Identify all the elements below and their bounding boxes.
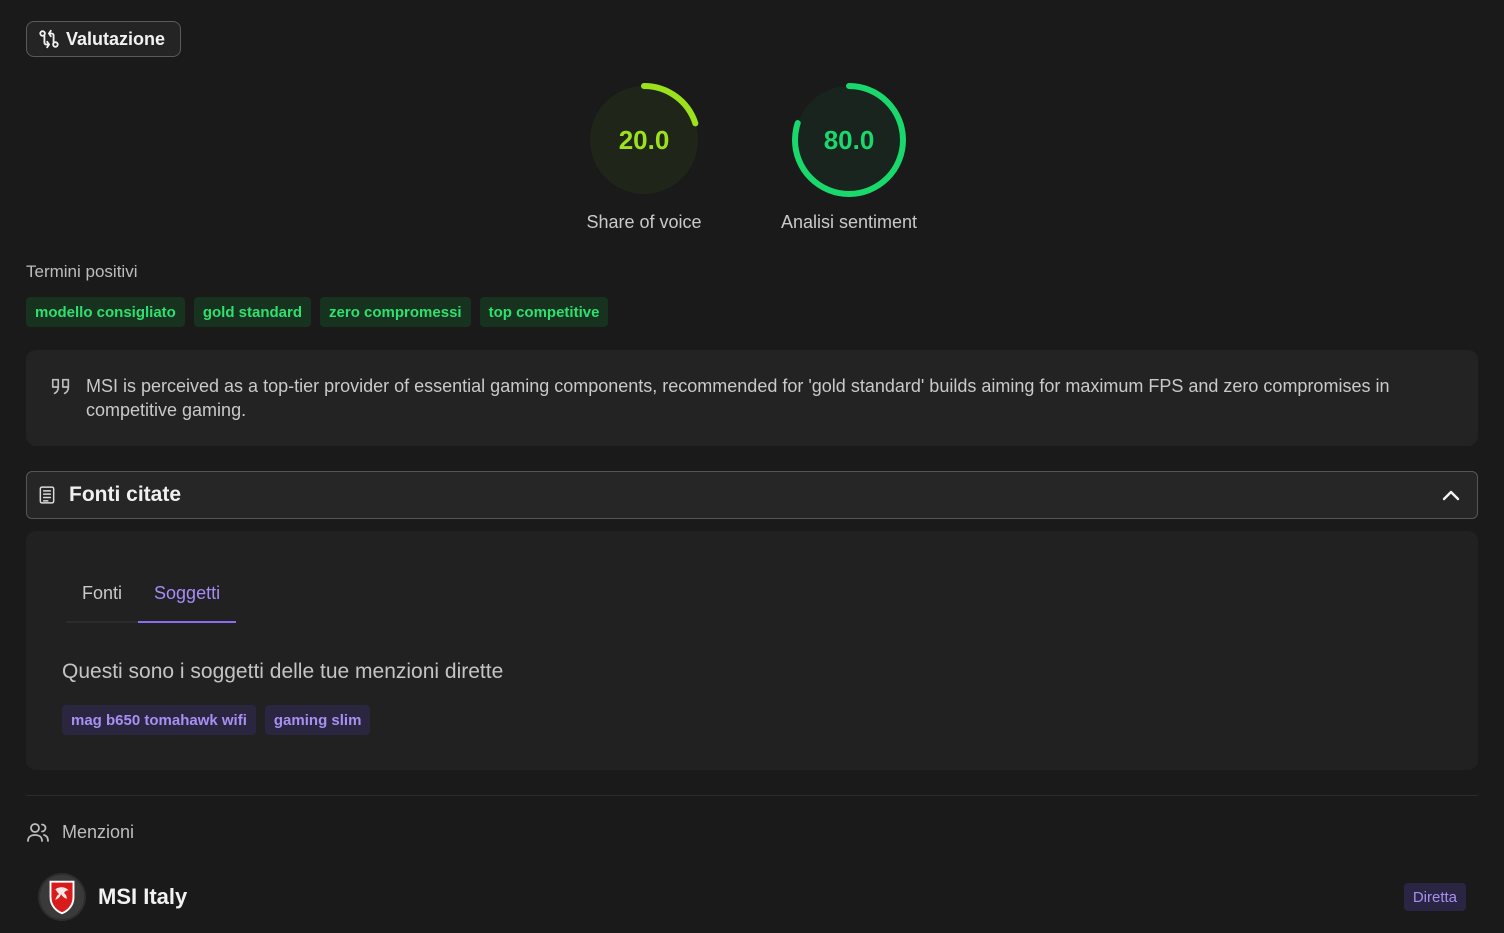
msi-shield-logo-icon [39,874,85,920]
share-of-voice-gauge: 20.0 Share of voice [544,78,744,233]
sentiment-value: 80.0 [823,124,875,155]
subjects-description: Questi sono i soggetti delle tue menzion… [62,660,504,683]
positive-terms-label: Termini positivi [26,262,138,281]
share-of-voice-value: 20.0 [618,124,670,155]
sources-accordion-title: Fonti citate [69,483,182,506]
sources-tabs: Fonti Soggetti [66,577,237,623]
evaluation-badge-label: Valutazione [66,28,166,49]
subjects-list: mag b650 tomahawk wifi gaming slim [62,705,371,735]
subject-tag: gaming slim [264,705,371,735]
positive-term-tag: gold standard [193,297,312,327]
mention-type-badge: Diretta [1403,883,1466,911]
document-icon [39,486,55,504]
sentiment-label: Analisi sentiment [780,212,918,232]
subject-tag: mag b650 tomahawk wifi [62,705,256,735]
chevron-up-icon[interactable] [1439,484,1463,508]
sources-panel: Fonti Soggetti Questi sono i soggetti de… [26,531,1478,770]
positive-term-tag: top competitive [479,297,609,327]
positive-term-tag: modello consigliato [26,297,185,327]
mentions-label: Menzioni [62,821,135,842]
positive-terms-list: modello consigliato gold standard zero c… [26,297,609,327]
git-compare-icon [39,29,59,49]
sentiment-gauge: 80.0 Analisi sentiment [749,78,949,233]
mention-item[interactable]: MSI Italy [38,873,187,921]
evaluation-badge[interactable]: Valutazione [26,21,181,57]
sources-accordion-header[interactable]: Fonti citate [26,471,1478,519]
avatar [38,873,86,921]
tab-soggetti[interactable]: Soggetti [138,577,237,623]
quote-text: MSI is perceived as a top-tier provider … [86,376,1390,420]
positive-term-tag: zero compromessi [320,297,471,327]
quote-icon [51,378,70,395]
tab-fonti[interactable]: Fonti [66,577,139,623]
share-of-voice-label: Share of voice [586,212,702,232]
users-icon [27,823,49,842]
mentions-header: Menzioni [26,820,134,844]
divider [26,795,1478,796]
mention-name: MSI Italy [98,884,188,909]
perception-quote: MSI is perceived as a top-tier provider … [26,350,1478,446]
